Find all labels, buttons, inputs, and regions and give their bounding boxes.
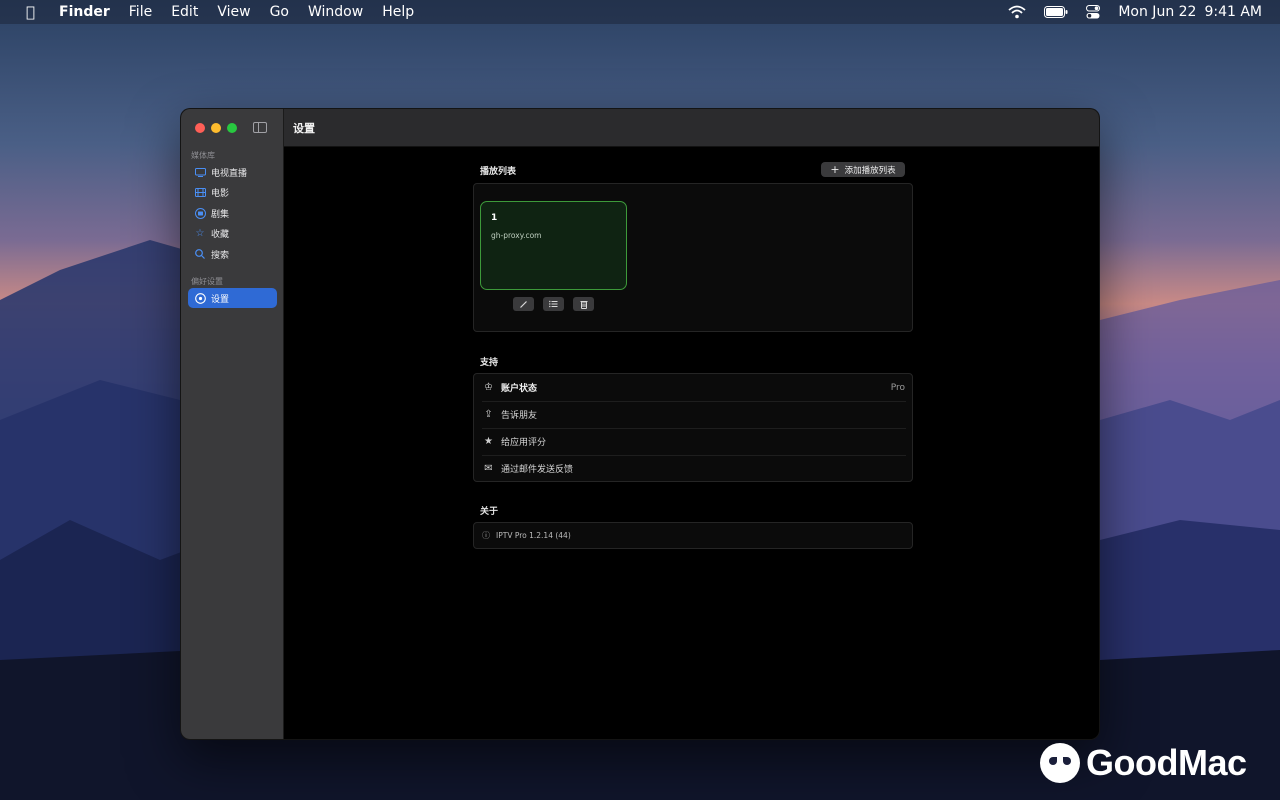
sidebar-item-label: 剧集 — [211, 209, 230, 220]
menu-app-name[interactable]: Finder — [59, 4, 110, 20]
menubar-date[interactable]: Mon Jun 22 — [1118, 4, 1196, 20]
version-text: IPTV Pro 1.2.14 (44) — [496, 531, 571, 540]
about-section-title: 关于 — [480, 507, 499, 517]
menu-file[interactable]: File — [129, 4, 152, 20]
menu-edit[interactable]: Edit — [171, 4, 198, 20]
window-controls — [195, 123, 237, 133]
rate-app-row[interactable]: ★ 给应用评分 — [474, 428, 912, 455]
settings-icon — [194, 292, 206, 304]
menu-bar:  Finder File Edit View Go Window Help M… — [0, 0, 1280, 24]
playlists-panel: 1 gh-proxy.com — [473, 183, 913, 332]
playlist-channels-button[interactable] — [543, 297, 564, 311]
pencil-icon — [520, 300, 527, 308]
delete-playlist-button[interactable] — [573, 297, 594, 311]
search-icon — [194, 248, 206, 260]
sidebar-item-movies[interactable]: 电影 — [188, 182, 277, 202]
sidebar-item-label: 设置 — [211, 294, 230, 305]
share-icon: ⇪ — [484, 409, 493, 420]
send-feedback-row[interactable]: ✉ 通过邮件发送反馈 — [474, 455, 912, 482]
menubar-time[interactable]: 9:41 AM — [1204, 4, 1262, 20]
app-window: 媒体库 电视直播 电影 剧集 ☆ 收藏 搜索 偏好设置 设置 设置 播放列表 +… — [180, 108, 1100, 740]
menu-view[interactable]: View — [217, 4, 250, 20]
sidebar-item-label: 搜索 — [211, 250, 230, 261]
goodmac-logo-icon — [1040, 743, 1080, 783]
sidebar-item-label: 电影 — [211, 188, 230, 199]
sidebar-item-label: 电视直播 — [211, 168, 248, 179]
settings-content: 播放列表 + 添加播放列表 1 gh-proxy.com 支持 ♔ 账户状态 P… — [284, 147, 1099, 739]
wifi-icon[interactable] — [1008, 5, 1026, 19]
close-button[interactable] — [195, 123, 205, 133]
mail-icon: ✉ — [484, 463, 493, 474]
playlist-name: 1 — [491, 213, 498, 223]
rate-app-label: 给应用评分 — [501, 438, 547, 448]
about-panel: ⓘ IPTV Pro 1.2.14 (44) — [473, 522, 913, 549]
crown-icon: ♔ — [484, 382, 493, 393]
playlist-card[interactable]: 1 gh-proxy.com — [480, 201, 627, 290]
menu-help[interactable]: Help — [382, 4, 414, 20]
trash-icon — [580, 300, 587, 309]
goodmac-watermark: GoodMac — [1040, 742, 1247, 784]
zoom-button[interactable] — [227, 123, 237, 133]
playlist-url: gh-proxy.com — [491, 231, 542, 240]
add-playlist-button[interactable]: + 添加播放列表 — [821, 162, 905, 177]
apple-icon[interactable]:  — [26, 3, 35, 21]
account-status-row[interactable]: ♔ 账户状态 Pro — [474, 374, 912, 401]
playlists-section-title: 播放列表 — [480, 167, 517, 177]
edit-playlist-button[interactable] — [513, 297, 534, 311]
support-section-title: 支持 — [480, 358, 499, 368]
tell-friends-label: 告诉朋友 — [501, 411, 538, 421]
sidebar-item-favorites[interactable]: ☆ 收藏 — [188, 223, 277, 243]
version-row: ⓘ IPTV Pro 1.2.14 (44) — [474, 523, 912, 548]
info-icon: ⓘ — [482, 531, 490, 540]
sidebar-item-live-tv[interactable]: 电视直播 — [188, 162, 277, 182]
window-title-bar: 设置 — [284, 109, 1099, 147]
sidebar-item-settings[interactable]: 设置 — [188, 288, 277, 308]
series-icon — [194, 207, 206, 219]
star-icon: ☆ — [195, 227, 205, 239]
star-rate-icon: ★ — [484, 436, 493, 447]
list-icon — [549, 300, 558, 308]
account-status-value: Pro — [890, 382, 905, 393]
menu-window[interactable]: Window — [308, 4, 363, 20]
sidebar-item-label: 收藏 — [211, 229, 230, 240]
battery-icon[interactable] — [1044, 6, 1068, 18]
tv-icon — [194, 166, 206, 178]
watermark-text: GoodMac — [1086, 742, 1247, 783]
sidebar-section-library: 媒体库 — [191, 151, 215, 160]
account-status-label: 账户状态 — [501, 384, 538, 394]
tell-friends-row[interactable]: ⇪ 告诉朋友 — [474, 401, 912, 428]
support-panel: ♔ 账户状态 Pro ⇪ 告诉朋友 ★ 给应用评分 ✉ 通过邮件发送反馈 — [473, 373, 913, 482]
plus-icon: + — [830, 163, 840, 176]
page-title: 设置 — [293, 121, 315, 135]
sidebar-item-series[interactable]: 剧集 — [188, 203, 277, 223]
sidebar-toggle-icon[interactable] — [253, 122, 267, 133]
minimize-button[interactable] — [211, 123, 221, 133]
sidebar: 媒体库 电视直播 电影 剧集 ☆ 收藏 搜索 偏好设置 设置 — [181, 109, 284, 739]
add-playlist-label: 添加播放列表 — [844, 165, 896, 176]
send-feedback-label: 通过邮件发送反馈 — [501, 465, 574, 475]
control-center-icon[interactable] — [1086, 5, 1101, 19]
menu-go[interactable]: Go — [270, 4, 289, 20]
sidebar-section-preferences: 偏好设置 — [191, 277, 223, 286]
film-icon — [194, 186, 206, 198]
sidebar-item-search[interactable]: 搜索 — [188, 244, 277, 264]
